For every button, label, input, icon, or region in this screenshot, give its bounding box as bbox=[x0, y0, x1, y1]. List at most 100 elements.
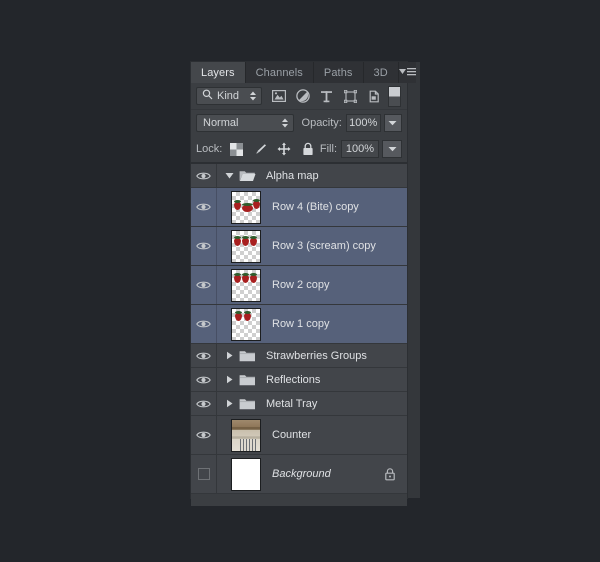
tab-3d-label: 3D bbox=[373, 66, 388, 79]
layer-thumbnail[interactable] bbox=[231, 418, 261, 452]
filter-type-icons bbox=[271, 89, 382, 104]
visibility-toggle[interactable] bbox=[191, 455, 217, 493]
folder-closed-icon bbox=[237, 349, 257, 362]
triangle-right-icon bbox=[226, 351, 232, 360]
fill-input[interactable]: 100% bbox=[341, 140, 379, 158]
layer-row-strawberries-groups[interactable]: Strawberries Groups bbox=[191, 344, 407, 368]
visibility-toggle[interactable] bbox=[191, 164, 217, 187]
updown-stepper-icon bbox=[281, 117, 289, 129]
disclosure-triangle[interactable] bbox=[221, 375, 237, 384]
eye-icon bbox=[196, 376, 211, 383]
eye-icon bbox=[196, 203, 211, 211]
disclosure-triangle[interactable] bbox=[221, 171, 237, 180]
blend-mode-select[interactable]: Normal bbox=[196, 114, 294, 132]
search-icon bbox=[202, 89, 213, 103]
layer-name: Row 3 (scream) copy bbox=[272, 240, 376, 252]
visibility-toggle[interactable] bbox=[191, 344, 217, 367]
layer-row-metal-tray[interactable]: Metal Tray bbox=[191, 392, 407, 416]
filter-kind-select[interactable]: Kind bbox=[196, 87, 262, 105]
eye-icon bbox=[196, 352, 211, 359]
opacity-input[interactable]: 100% bbox=[345, 114, 381, 132]
visibility-toggle[interactable] bbox=[191, 368, 217, 391]
fill-dropdown-button[interactable] bbox=[382, 140, 402, 158]
lock-icon bbox=[385, 468, 395, 481]
disclosure-triangle[interactable] bbox=[221, 399, 237, 408]
layers-panel: Layers Channels Paths 3D Kind Normal Opa… bbox=[191, 62, 416, 506]
filter-smart-object-icon[interactable] bbox=[367, 89, 382, 104]
layer-name: Row 1 copy bbox=[272, 318, 330, 330]
lock-transparent-pixels-icon[interactable] bbox=[229, 142, 243, 156]
layer-row-alpha-map[interactable]: Alpha map bbox=[191, 164, 407, 188]
tab-layers-label: Layers bbox=[201, 66, 235, 79]
layer-name: Strawberries Groups bbox=[266, 349, 367, 362]
layer-name: Row 4 (Bite) copy bbox=[272, 201, 359, 213]
filter-pixel-layers-icon[interactable] bbox=[271, 89, 286, 104]
filter-kind-label: Kind bbox=[217, 90, 240, 102]
layer-name: Background bbox=[272, 468, 331, 480]
eye-icon bbox=[196, 242, 211, 250]
lock-label: Lock: bbox=[196, 143, 223, 155]
eye-icon bbox=[196, 281, 211, 289]
layer-thumbnail[interactable] bbox=[231, 190, 261, 224]
filter-bar: Kind bbox=[191, 83, 407, 110]
tab-channels-label: Channels bbox=[255, 66, 303, 79]
eye-icon bbox=[196, 431, 211, 439]
filter-enable-toggle[interactable] bbox=[388, 85, 401, 107]
triangle-right-icon bbox=[226, 375, 232, 384]
layer-thumbnail[interactable] bbox=[231, 307, 261, 341]
tab-channels[interactable]: Channels bbox=[245, 62, 314, 83]
visibility-toggle[interactable] bbox=[191, 305, 217, 343]
visibility-toggle[interactable] bbox=[191, 416, 217, 454]
lock-icon-group bbox=[229, 142, 315, 156]
layer-name: Row 2 copy bbox=[272, 279, 330, 291]
layer-row-background[interactable]: Background bbox=[191, 455, 407, 494]
layer-name: Metal Tray bbox=[266, 397, 318, 410]
layer-name: Alpha map bbox=[266, 169, 319, 182]
visibility-toggle[interactable] bbox=[191, 392, 217, 415]
layer-row-counter[interactable]: Counter bbox=[191, 416, 407, 455]
eye-icon bbox=[196, 400, 211, 407]
tab-paths[interactable]: Paths bbox=[313, 62, 364, 83]
filter-shape-layers-icon[interactable] bbox=[343, 89, 358, 104]
layer-list-filler bbox=[191, 494, 407, 506]
lock-all-icon[interactable] bbox=[301, 142, 315, 156]
tab-paths-label: Paths bbox=[323, 66, 353, 79]
chevron-down-icon bbox=[388, 121, 397, 126]
layer-row-row-1-copy[interactable]: Row 1 copy bbox=[191, 305, 407, 344]
disclosure-triangle[interactable] bbox=[221, 351, 237, 360]
layer-thumbnail[interactable] bbox=[231, 457, 261, 491]
opacity-dropdown-button[interactable] bbox=[383, 114, 402, 132]
folder-closed-icon bbox=[237, 373, 257, 386]
tab-layers[interactable]: Layers bbox=[191, 62, 246, 83]
layer-thumbnail[interactable] bbox=[231, 229, 261, 263]
fill-label: Fill: bbox=[319, 143, 337, 155]
folder-closed-icon bbox=[237, 397, 257, 410]
panel-menu-icon bbox=[398, 68, 416, 76]
visibility-checkbox-empty bbox=[197, 468, 210, 480]
triangle-right-icon bbox=[226, 399, 232, 408]
updown-stepper-icon bbox=[249, 90, 257, 102]
app-background: Layers Channels Paths 3D Kind Normal Opa… bbox=[0, 0, 600, 562]
blend-mode-value: Normal bbox=[203, 117, 239, 129]
lock-position-icon[interactable] bbox=[277, 142, 291, 156]
lock-image-pixels-icon[interactable] bbox=[253, 142, 267, 156]
layer-row-reflections[interactable]: Reflections bbox=[191, 368, 407, 392]
layer-row-row-4-bite-copy[interactable]: Row 4 (Bite) copy bbox=[191, 188, 407, 227]
eye-icon bbox=[196, 320, 211, 328]
panel-menu-button[interactable] bbox=[398, 62, 416, 83]
visibility-toggle[interactable] bbox=[191, 188, 217, 226]
layer-name: Reflections bbox=[266, 373, 321, 386]
filter-type-layers-icon[interactable] bbox=[319, 89, 334, 104]
panel-dock-strip bbox=[407, 62, 420, 498]
layer-thumbnail[interactable] bbox=[231, 268, 261, 302]
layer-row-row-3-scream-copy[interactable]: Row 3 (scream) copy bbox=[191, 227, 407, 266]
visibility-toggle[interactable] bbox=[191, 227, 217, 265]
visibility-toggle[interactable] bbox=[191, 266, 217, 304]
lock-bar: Lock: Fill: 100% bbox=[191, 136, 407, 163]
tab-3d[interactable]: 3D bbox=[363, 62, 399, 83]
layer-name: Counter bbox=[272, 429, 312, 441]
folder-open-icon bbox=[237, 169, 257, 182]
layer-lock-badge bbox=[379, 467, 401, 481]
filter-adjustment-layers-icon[interactable] bbox=[295, 89, 310, 104]
layer-row-row-2-copy[interactable]: Row 2 copy bbox=[191, 266, 407, 305]
